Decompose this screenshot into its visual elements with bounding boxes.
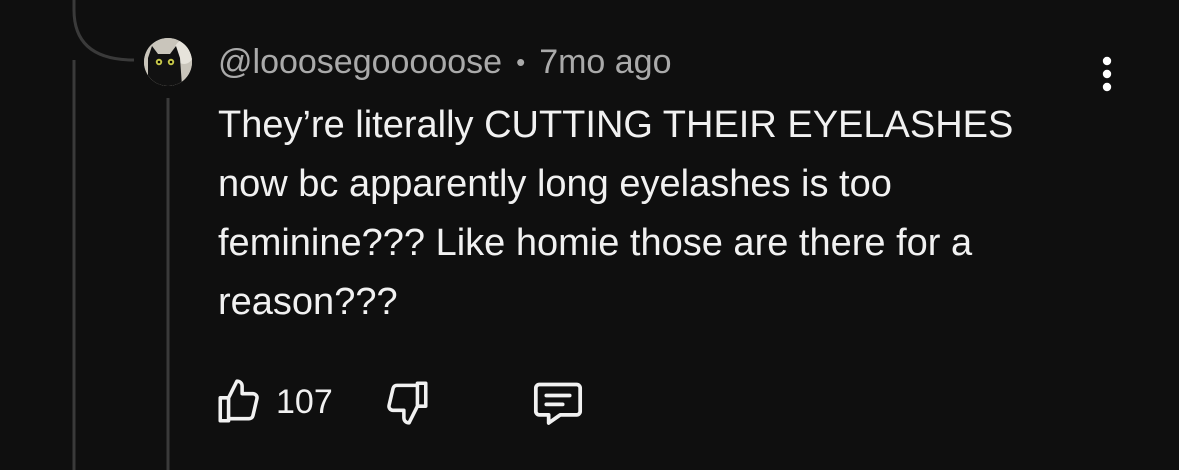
comment-bubble-icon	[533, 382, 583, 425]
meta-separator: •	[516, 46, 526, 77]
comment-timestamp[interactable]: 7mo ago	[539, 43, 671, 82]
vertical-ellipsis-icon	[1102, 56, 1112, 92]
like-count: 107	[276, 382, 333, 421]
more-options-button[interactable]	[1088, 50, 1126, 96]
dislike-button[interactable]	[382, 370, 432, 434]
thread-connector-curve	[72, 0, 135, 62]
black-cat-avatar	[144, 38, 192, 86]
comment-author[interactable]: @looosegooooose	[218, 43, 502, 82]
like-button[interactable]: 107	[214, 370, 333, 434]
comment-meta: @looosegooooose • 7mo ago	[218, 42, 672, 82]
reply-button[interactable]	[530, 370, 586, 434]
avatar[interactable]	[144, 38, 192, 86]
thumbs-down-icon	[387, 381, 428, 425]
comment-text: They’re literally CUTTING THEIR EYELASHE…	[218, 104, 1014, 323]
thumbs-up-icon	[218, 379, 259, 423]
